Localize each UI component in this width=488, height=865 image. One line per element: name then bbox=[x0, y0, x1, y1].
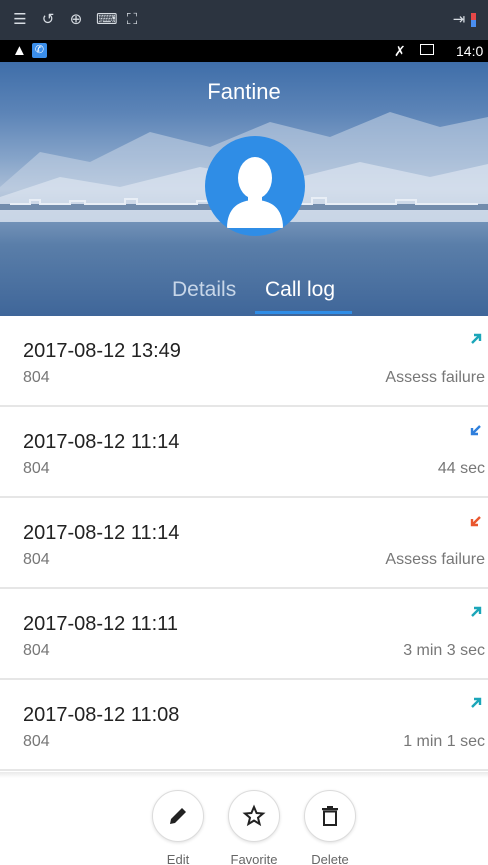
outgoing-call-icon bbox=[471, 697, 482, 708]
call-log-list: 2017-08-12 13:49 804 Assess failure 2017… bbox=[0, 316, 488, 772]
star-icon bbox=[242, 804, 266, 827]
call-number: 804 bbox=[23, 642, 50, 659]
call-datetime: 2017-08-12 13:49 bbox=[23, 340, 181, 362]
call-duration: 44 sec bbox=[437, 460, 485, 477]
menu-icon[interactable]: ☰ bbox=[12, 0, 28, 40]
call-datetime: 2017-08-12 11:08 bbox=[23, 704, 180, 726]
app-screen: ☰ ↺ ⊕ ⌨ ⛶ ⇥ ▲ ✆ ✗ 14:0 Fantine Details C… bbox=[0, 0, 488, 865]
call-duration: 3 min 3 sec bbox=[403, 642, 485, 659]
call-log-row[interactable]: 2017-08-12 11:14 804 44 sec bbox=[0, 407, 488, 498]
outgoing-call-icon bbox=[471, 333, 482, 344]
indicator-flag-icon bbox=[471, 13, 476, 27]
call-number: 804 bbox=[23, 369, 50, 386]
fullscreen-icon[interactable]: ⛶ bbox=[124, 0, 140, 40]
edit-button-circle[interactable] bbox=[152, 790, 204, 842]
call-datetime: 2017-08-12 11:14 bbox=[23, 522, 180, 544]
favorite-button-circle[interactable] bbox=[228, 790, 280, 842]
zoom-icon[interactable]: ⊕ bbox=[68, 0, 84, 40]
call-duration: 1 min 1 sec bbox=[403, 733, 485, 750]
delete-button[interactable]: Delete bbox=[290, 790, 370, 865]
call-number: 804 bbox=[23, 551, 50, 568]
call-log-row[interactable]: 2017-08-12 11:08 804 1 min 1 sec bbox=[0, 680, 488, 771]
call-duration: Assess failure bbox=[385, 369, 485, 386]
call-log-row[interactable]: 2017-08-12 13:49 804 Assess failure bbox=[0, 316, 488, 407]
status-time: 14:0 bbox=[456, 43, 484, 59]
edit-button[interactable]: Edit bbox=[138, 790, 218, 865]
delete-button-circle[interactable] bbox=[304, 790, 356, 842]
exit-icon[interactable]: ⇥ bbox=[451, 0, 467, 40]
contact-avatar bbox=[205, 136, 305, 236]
call-datetime: 2017-08-12 11:11 bbox=[23, 613, 178, 635]
call-datetime: 2017-08-12 11:14 bbox=[23, 431, 180, 453]
contact-header: Fantine Details Call log bbox=[0, 62, 488, 316]
missed-call-icon bbox=[470, 516, 481, 527]
warning-icon: ▲ bbox=[12, 42, 27, 59]
person-silhouette-icon bbox=[227, 157, 283, 228]
trash-icon bbox=[322, 806, 338, 826]
favorite-label: Favorite bbox=[230, 852, 278, 865]
favorite-button[interactable]: Favorite bbox=[214, 790, 294, 865]
system-toolbar: ☰ ↺ ⊕ ⌨ ⛶ ⇥ bbox=[0, 0, 488, 40]
call-log-row[interactable]: 2017-08-12 11:11 804 3 min 3 sec bbox=[0, 589, 488, 680]
tab-call-log[interactable]: Call log bbox=[265, 270, 335, 310]
call-number: 804 bbox=[23, 460, 50, 477]
pencil-icon bbox=[170, 808, 186, 824]
call-log-row[interactable]: 2017-08-12 11:14 804 Assess failure bbox=[0, 498, 488, 589]
phone-app-icon: ✆ bbox=[32, 43, 47, 58]
call-duration: Assess failure bbox=[385, 551, 485, 568]
edit-label: Edit bbox=[166, 852, 190, 865]
window-icon bbox=[420, 44, 434, 55]
incoming-call-icon bbox=[470, 425, 481, 436]
status-bar: ▲ ✆ ✗ 14:0 bbox=[0, 40, 488, 62]
call-number: 804 bbox=[23, 733, 50, 750]
active-tab-indicator bbox=[255, 311, 352, 314]
tab-details[interactable]: Details bbox=[172, 270, 236, 310]
delete-label: Delete bbox=[311, 852, 349, 865]
keyboard-icon[interactable]: ⌨ bbox=[96, 0, 118, 40]
contact-tabs: Details Call log bbox=[0, 270, 488, 316]
rotate-icon[interactable]: ↺ bbox=[40, 0, 56, 40]
mute-icon: ✗ bbox=[394, 43, 406, 59]
contact-actions-bar: Edit Favorite Delete bbox=[0, 778, 488, 865]
contact-name: Fantine bbox=[207, 79, 281, 104]
outgoing-call-icon bbox=[471, 606, 482, 617]
